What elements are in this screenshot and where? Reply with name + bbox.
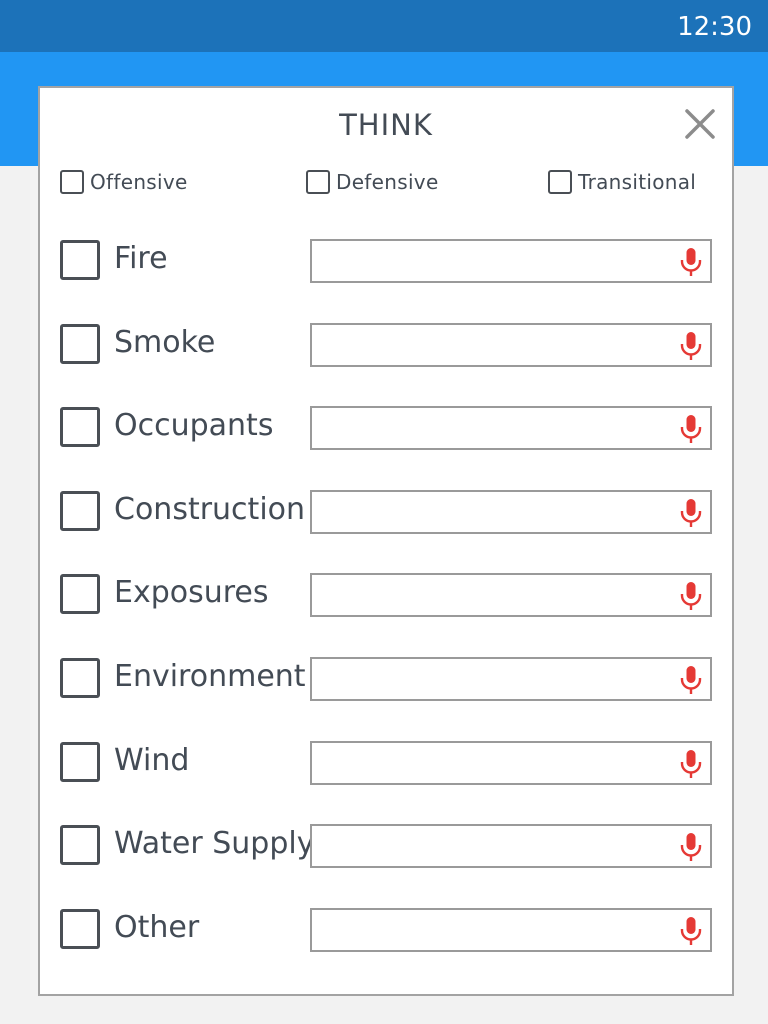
wind-input[interactable] (312, 743, 672, 783)
microphone-icon (680, 415, 702, 443)
offensive-checkbox[interactable] (60, 170, 84, 194)
water-supply-input[interactable] (312, 826, 672, 866)
construction-input-box (310, 490, 712, 534)
field-row-environment: Environment (60, 657, 712, 701)
water-supply-checkbox[interactable] (60, 825, 100, 865)
smoke-label: Smoke (114, 325, 216, 360)
occupants-input-box (310, 406, 712, 450)
fire-label: Fire (114, 241, 168, 276)
field-row-smoke: Smoke (60, 323, 712, 367)
transitional-label: Transitional (578, 170, 697, 194)
occupants-input[interactable] (312, 408, 672, 448)
exposures-label: Exposures (114, 575, 269, 610)
environment-checkbox[interactable] (60, 658, 100, 698)
fire-input-box (310, 239, 712, 283)
field-row-construction: Construction (60, 490, 712, 534)
defensive-label: Defensive (336, 170, 439, 194)
wind-mic-button[interactable] (678, 749, 704, 779)
field-row-occupants: Occupants (60, 406, 712, 450)
dialog-title: THINK (339, 108, 433, 142)
microphone-icon (680, 750, 702, 778)
microphone-icon (680, 666, 702, 694)
exposures-mic-button[interactable] (678, 581, 704, 611)
status-bar: 12:30 (0, 0, 768, 52)
other-input-box (310, 908, 712, 952)
field-row-exposures: Exposures (60, 573, 712, 617)
fire-checkbox[interactable] (60, 240, 100, 280)
fire-input[interactable] (312, 241, 672, 281)
microphone-icon (680, 917, 702, 945)
microphone-icon (680, 332, 702, 360)
close-icon (685, 109, 715, 139)
status-time: 12:30 (677, 12, 752, 42)
mode-option-offensive[interactable]: Offensive (60, 166, 188, 198)
transitional-checkbox[interactable] (548, 170, 572, 194)
exposures-input[interactable] (312, 575, 672, 615)
other-checkbox[interactable] (60, 909, 100, 949)
environment-input[interactable] (312, 659, 672, 699)
fire-mic-button[interactable] (678, 247, 704, 277)
wind-input-box (310, 741, 712, 785)
smoke-input-box (310, 323, 712, 367)
smoke-input[interactable] (312, 325, 672, 365)
field-row-fire: Fire (60, 239, 712, 283)
occupants-checkbox[interactable] (60, 407, 100, 447)
microphone-icon (680, 582, 702, 610)
occupants-mic-button[interactable] (678, 414, 704, 444)
water-supply-input-box (310, 824, 712, 868)
construction-label: Construction (114, 492, 306, 527)
construction-mic-button[interactable] (678, 498, 704, 528)
water-supply-label: Water Supply (114, 826, 315, 861)
construction-checkbox[interactable] (60, 491, 100, 531)
mode-option-defensive[interactable]: Defensive (306, 166, 439, 198)
exposures-input-box (310, 573, 712, 617)
field-row-other: Other (60, 908, 712, 952)
microphone-icon (680, 499, 702, 527)
field-row-water-supply: Water Supply (60, 824, 712, 868)
smoke-checkbox[interactable] (60, 324, 100, 364)
wind-checkbox[interactable] (60, 742, 100, 782)
other-label: Other (114, 910, 200, 945)
smoke-mic-button[interactable] (678, 331, 704, 361)
environment-input-box (310, 657, 712, 701)
environment-mic-button[interactable] (678, 665, 704, 695)
environment-label: Environment (114, 659, 306, 694)
defensive-checkbox[interactable] (306, 170, 330, 194)
microphone-icon (680, 248, 702, 276)
water-supply-mic-button[interactable] (678, 832, 704, 862)
other-mic-button[interactable] (678, 916, 704, 946)
close-button[interactable] (682, 106, 718, 142)
offensive-label: Offensive (90, 170, 188, 194)
mode-option-transitional[interactable]: Transitional (548, 166, 696, 198)
exposures-checkbox[interactable] (60, 574, 100, 614)
wind-label: Wind (114, 743, 190, 778)
think-dialog: THINK Offensive Defensive Transitional F… (38, 86, 734, 996)
field-row-wind: Wind (60, 741, 712, 785)
occupants-label: Occupants (114, 408, 274, 443)
construction-input[interactable] (312, 492, 672, 532)
other-input[interactable] (312, 910, 672, 950)
microphone-icon (680, 833, 702, 861)
